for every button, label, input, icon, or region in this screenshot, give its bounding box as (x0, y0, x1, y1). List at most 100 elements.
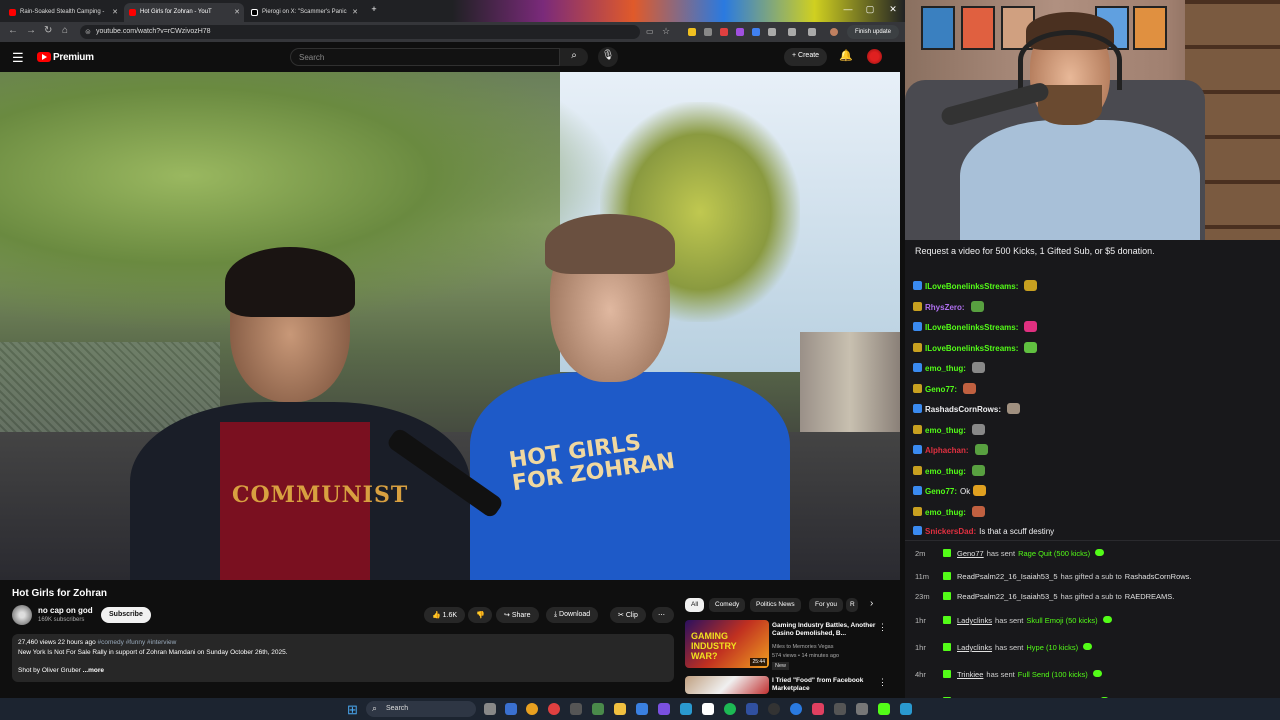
browser-tab[interactable]: Pierogi on X: "Scammer's Panic ✕ (246, 3, 362, 22)
forward-icon[interactable]: → (26, 25, 36, 36)
chat-username[interactable]: ILoveBonelinksStreams: (925, 344, 1018, 353)
download-icon[interactable] (808, 28, 816, 36)
search-icon[interactable]: ⌕ (560, 48, 588, 66)
app-icon[interactable] (570, 703, 582, 715)
recommendation-thumbnail[interactable]: GAMING INDUSTRY WAR? 25:44 (685, 620, 769, 668)
taskbar-search[interactable]: ⌕ Search (366, 701, 476, 717)
search-input[interactable]: Search (290, 48, 560, 66)
reload-icon[interactable]: ↻ (44, 25, 52, 36)
chat-username[interactable]: Geno77: (925, 487, 957, 496)
more-vertical-icon[interactable]: ⋮ (878, 677, 887, 688)
app-icon[interactable] (505, 703, 517, 715)
voice-search-icon[interactable]: 🎙 (598, 47, 618, 67)
spotify-icon[interactable] (724, 703, 736, 715)
chat-username[interactable]: ILoveBonelinksStreams: (925, 282, 1018, 291)
close-tab-icon[interactable]: ✕ (352, 8, 358, 16)
chip-politics-news[interactable]: Politics News (750, 598, 801, 612)
close-tab-icon[interactable]: ✕ (112, 8, 118, 16)
clip-button[interactable]: ✂ Clip (610, 607, 646, 623)
youtube-logo-icon[interactable] (37, 52, 51, 62)
chat-username[interactable]: ILoveBonelinksStreams: (925, 323, 1018, 332)
channel-name[interactable]: no cap on god (38, 606, 93, 615)
chat-username[interactable]: Alphachan: (925, 446, 969, 455)
profile-avatar[interactable] (830, 28, 838, 36)
close-window-icon[interactable]: ✕ (883, 4, 903, 15)
event-username[interactable]: Trinkiee (957, 670, 983, 679)
app-icon[interactable] (768, 703, 780, 715)
chip-all[interactable]: All (685, 598, 705, 612)
app-icon[interactable] (812, 703, 824, 715)
notifications-bell-icon[interactable]: 🔔 (839, 49, 853, 62)
recommendation-thumbnail[interactable] (685, 676, 769, 694)
hashtags[interactable]: #comedy #funny #interview (98, 639, 177, 646)
app-icon[interactable] (680, 703, 692, 715)
extension-icon[interactable] (688, 28, 696, 36)
show-more-link[interactable]: ...more (83, 667, 104, 674)
like-button[interactable]: 👍 1.6K (424, 607, 466, 623)
app-icon[interactable] (790, 703, 802, 715)
app-icon[interactable] (592, 703, 604, 715)
app-icon[interactable] (658, 703, 670, 715)
extension-icon[interactable] (720, 28, 728, 36)
account-avatar[interactable] (867, 49, 882, 64)
app-icon[interactable] (900, 703, 912, 715)
file-explorer-icon[interactable] (614, 703, 626, 715)
side-panel-icon[interactable] (788, 28, 796, 36)
address-bar[interactable]: ⊜ youtube.com/watch?v=rCWzivozH78 (80, 25, 640, 39)
windows-start-icon[interactable]: ⊞ (347, 702, 358, 718)
app-icon[interactable] (636, 703, 648, 715)
more-actions-button[interactable]: ⋯ (652, 607, 674, 623)
extension-icon[interactable] (736, 28, 744, 36)
chip-comedy[interactable]: Comedy (709, 598, 746, 612)
app-icon[interactable] (548, 703, 560, 715)
back-icon[interactable]: ← (8, 25, 18, 36)
app-icon[interactable] (834, 703, 846, 715)
event-username[interactable]: Ladyclinks (957, 616, 992, 625)
description-box[interactable]: 27,460 views 22 hours ago #comedy #funny… (12, 634, 674, 682)
extensions-puzzle-icon[interactable] (768, 28, 776, 36)
chat-username[interactable]: SnickersDad: (925, 527, 976, 536)
task-view-icon[interactable] (484, 703, 496, 715)
finish-update-button[interactable]: Finish update (846, 25, 899, 39)
extension-icon[interactable] (752, 28, 760, 36)
app-icon[interactable] (746, 703, 758, 715)
chat-username[interactable]: emo_thug: (925, 467, 966, 476)
event-username[interactable]: Ladyclinks (957, 643, 992, 652)
recommendation-channel[interactable]: Miles to Memories Vegas (772, 644, 833, 650)
browser-tab[interactable]: Rain-Soaked Stealth Camping - ✕ (4, 3, 122, 22)
cast-icon[interactable]: ▭ (646, 27, 654, 36)
download-button[interactable]: ⤓ Download (546, 607, 599, 623)
youtube-premium-wordmark[interactable]: Premium (53, 52, 94, 63)
hamburger-menu-icon[interactable]: ☰ (12, 50, 24, 66)
close-tab-icon[interactable]: ✕ (234, 8, 240, 16)
channel-avatar[interactable] (12, 605, 32, 625)
app-icon[interactable] (702, 703, 714, 715)
event-username[interactable]: Geno77 (957, 549, 984, 558)
chip-r[interactable]: R (846, 598, 858, 612)
bookmark-star-icon[interactable]: ☆ (662, 26, 670, 37)
chat-username[interactable]: Geno77: (925, 385, 957, 394)
chip-for-you[interactable]: For you (809, 598, 844, 612)
app-icon[interactable] (856, 703, 868, 715)
create-button[interactable]: + Create (784, 48, 828, 66)
kick-icon[interactable] (878, 703, 890, 715)
maximize-icon[interactable]: ▢ (860, 4, 880, 15)
chrome-icon[interactable] (526, 703, 538, 715)
chat-username[interactable]: RashadsCornRows: (925, 405, 1001, 414)
chat-username[interactable]: RhysZero: (925, 303, 965, 312)
chevron-right-icon[interactable]: › (870, 598, 873, 609)
subscribe-button[interactable]: Subscribe (101, 607, 151, 623)
event-username[interactable]: ReadPsalm22_16_Isaiah53_5 (957, 592, 1058, 601)
chat-username[interactable]: emo_thug: (925, 508, 966, 517)
recommendation-title[interactable]: Gaming Industry Battles, Another Casino … (772, 622, 877, 639)
site-info-icon[interactable]: ⊜ (85, 28, 91, 36)
minimize-icon[interactable]: — (838, 4, 858, 14)
browser-tab-active[interactable]: Hot Girls for Zohran - YouT ✕ (124, 3, 244, 22)
home-icon[interactable]: ⌂ (62, 25, 68, 36)
share-button[interactable]: ↪ Share (496, 607, 539, 623)
more-vertical-icon[interactable]: ⋮ (878, 622, 887, 633)
video-player[interactable]: COMMUNIST HOT GIRLS FOR ZOHRAN (0, 72, 900, 580)
event-username[interactable]: ReadPsalm22_16_Isaiah53_5 (957, 572, 1058, 581)
chat-username[interactable]: emo_thug: (925, 364, 966, 373)
new-tab-icon[interactable]: + (364, 4, 384, 14)
